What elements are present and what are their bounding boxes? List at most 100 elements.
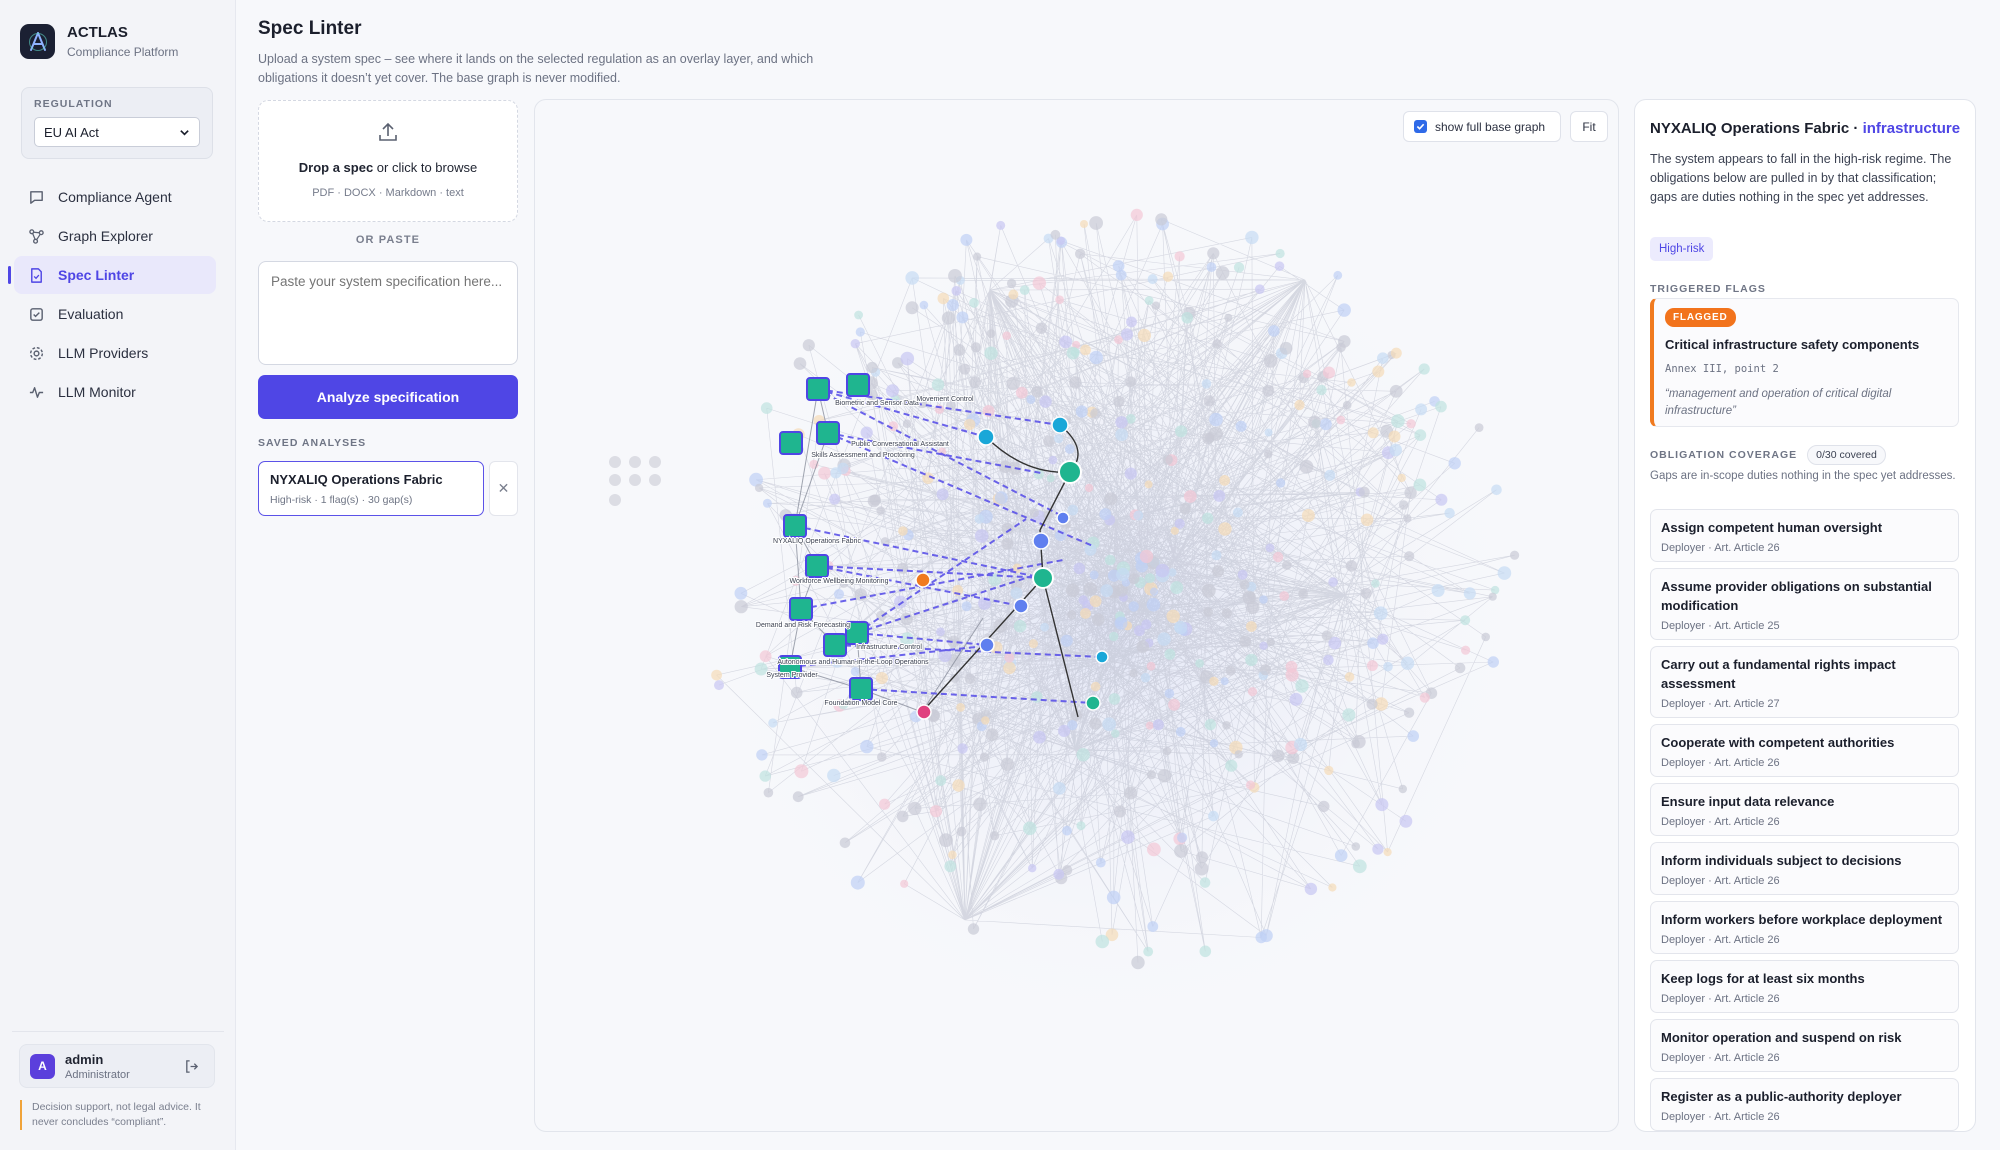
nav-llm-monitor[interactable]: LLM Monitor	[14, 373, 216, 411]
base-node	[1084, 483, 1094, 493]
base-node	[629, 456, 641, 468]
base-node	[944, 860, 957, 873]
saved-analysis-item[interactable]: NYXALIQ Operations Fabric High-risk · 1 …	[258, 461, 484, 516]
base-node	[1080, 608, 1091, 619]
base-node	[1304, 882, 1318, 896]
spec-paste-input[interactable]	[258, 261, 518, 365]
base-node	[1131, 955, 1145, 970]
spec-node[interactable]	[783, 514, 807, 538]
base-node	[1245, 780, 1256, 790]
obligation-meta: Deployer · Art. Article 26	[1661, 875, 1780, 887]
base-node	[866, 361, 878, 374]
base-node	[1112, 260, 1125, 272]
base-node	[794, 764, 809, 779]
graph-halo	[685, 190, 1545, 1050]
base-node	[1195, 659, 1204, 668]
nav-compliance-agent[interactable]: Compliance Agent	[14, 178, 216, 216]
base-node	[1174, 251, 1185, 262]
base-node	[948, 269, 962, 283]
base-node	[897, 562, 909, 574]
obligation-item[interactable]: Cooperate with competent authorities Depl…	[1650, 724, 1959, 777]
obligation-item[interactable]: Carry out a fundamental rights impact as…	[1650, 646, 1959, 718]
spec-node[interactable]	[849, 677, 873, 701]
base-node	[1391, 414, 1405, 428]
base-node	[1133, 510, 1144, 521]
nav-graph-explorer[interactable]: Graph Explorer	[14, 217, 216, 255]
spec-node[interactable]	[823, 633, 847, 657]
obligation-item[interactable]: Inform individuals subject to decisions D…	[1650, 842, 1959, 895]
base-node	[1136, 640, 1150, 653]
base-node	[760, 402, 773, 414]
flag-card[interactable]: FLAGGED Critical infrastructure safety c…	[1650, 298, 1959, 427]
base-node	[1237, 569, 1248, 580]
base-node	[1004, 652, 1015, 663]
base-node	[1239, 579, 1250, 590]
base-node	[1366, 660, 1378, 672]
base-node	[984, 346, 998, 360]
base-node	[1054, 433, 1064, 444]
base-node	[985, 728, 999, 741]
obligation-item[interactable]: Ensure input data relevance Deployer · Ar…	[1650, 783, 1959, 836]
base-node	[1414, 429, 1427, 441]
nav-evaluation[interactable]: Evaluation	[14, 295, 216, 333]
obligation-title: Assume provider obligations on substanti…	[1661, 579, 1932, 613]
base-node	[969, 297, 979, 308]
show-full-graph-toggle[interactable]: show full base graph	[1403, 111, 1561, 142]
spec-node[interactable]	[789, 597, 813, 621]
graph-canvas[interactable]: Biometric and Sensor Data Movement Contro…	[534, 99, 1619, 1132]
fit-button[interactable]: Fit	[1570, 111, 1608, 142]
nav-spec-linter[interactable]: Spec Linter	[8, 256, 216, 294]
base-node	[956, 826, 967, 837]
spec-node[interactable]	[805, 554, 829, 578]
obligation-item[interactable]: Register as a public-authority deployer D…	[1650, 1078, 1959, 1131]
analyze-button[interactable]: Analyze specification	[258, 375, 518, 419]
base-node	[1460, 615, 1471, 626]
spec-node[interactable]	[779, 431, 803, 455]
regulation-select[interactable]: EU AI Act	[34, 117, 200, 147]
obligation-item[interactable]: Assign competent human oversight Deployer…	[1650, 509, 1959, 562]
base-node	[1181, 312, 1193, 324]
spec-node[interactable]	[816, 421, 840, 445]
coverage-label: OBLIGATION COVERAGE	[1650, 449, 1798, 461]
base-node	[1232, 507, 1243, 518]
base-node	[1043, 435, 1055, 447]
base-node	[1264, 428, 1273, 437]
base-node	[1076, 748, 1090, 762]
obligation-item[interactable]: Inform workers before workplace deployme…	[1650, 901, 1959, 954]
base-node	[1146, 597, 1161, 612]
base-node	[879, 798, 891, 810]
base-node	[1002, 331, 1011, 340]
base-node	[1013, 619, 1027, 633]
base-node	[1224, 313, 1233, 322]
risk-badge: High-risk	[1650, 237, 1714, 261]
obligation-item[interactable]: Keep logs for at least six months Deploye…	[1650, 960, 1959, 1013]
base-node	[1318, 800, 1330, 813]
base-node	[1090, 681, 1101, 692]
logout-button[interactable]	[178, 1053, 204, 1079]
obligation-item[interactable]: Assume provider obligations on substanti…	[1650, 568, 1959, 640]
base-node	[1147, 842, 1161, 857]
base-node	[1151, 301, 1161, 310]
base-node	[1377, 633, 1389, 645]
spec-node[interactable]	[846, 373, 870, 397]
delete-analysis-button[interactable]: ✕	[489, 461, 518, 516]
brand[interactable]: ACTLAS Compliance Platform	[20, 24, 178, 59]
base-node	[1259, 929, 1273, 943]
base-node	[1302, 369, 1312, 378]
base-node	[855, 327, 865, 337]
checkbox-checked-icon[interactable]	[1414, 120, 1427, 133]
nav-llm-providers[interactable]: LLM Providers	[14, 334, 216, 372]
base-node	[1299, 459, 1314, 474]
spec-node[interactable]	[806, 377, 830, 401]
base-node	[1397, 473, 1406, 483]
base-node	[1144, 573, 1155, 584]
base-node	[1143, 946, 1154, 957]
spec-dropzone[interactable]: Drop a spec or click to browse PDF · DOC…	[258, 100, 518, 222]
knowledge-graph[interactable]: Biometric and Sensor DataMovement Contro…	[535, 100, 1619, 1132]
obligation-item[interactable]: Monitor operation and suspend on risk Dep…	[1650, 1019, 1959, 1072]
base-node	[1344, 672, 1355, 682]
saved-analyses-label: SAVED ANALYSES	[258, 437, 367, 449]
base-node	[1090, 408, 1101, 419]
base-node	[1175, 726, 1186, 737]
base-node	[1152, 719, 1164, 731]
